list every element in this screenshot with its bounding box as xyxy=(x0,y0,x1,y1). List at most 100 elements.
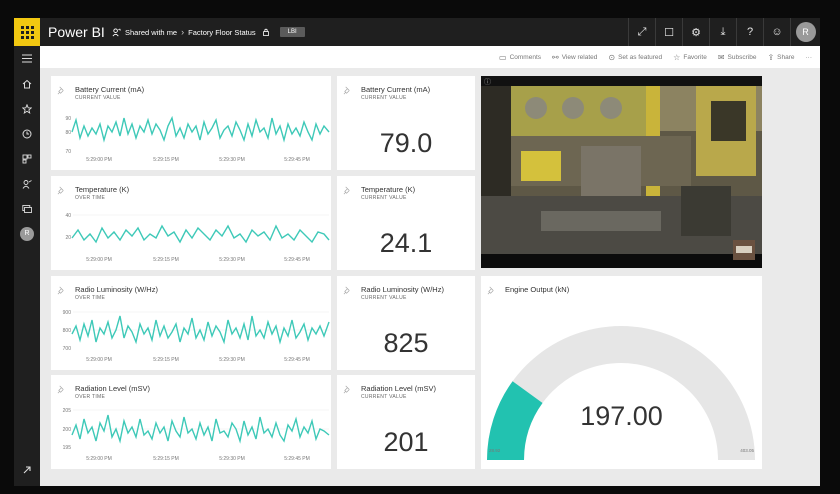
x-tick: 5:29:30 PM xyxy=(219,257,245,263)
comments-button[interactable]: ▭ Comments xyxy=(499,53,541,62)
favorite-button[interactable]: ☆ Favorite xyxy=(673,53,707,62)
star-icon xyxy=(22,103,32,114)
nav-recent[interactable] xyxy=(14,121,40,146)
app-window: Power BI Shared with me › Factory Floor … xyxy=(14,18,820,486)
nav-apps[interactable] xyxy=(14,146,40,171)
shared-with-me-icon xyxy=(22,179,32,189)
temperature-chart-tile[interactable]: Temperature (K) OVER TIME 40 20 5:29:00 … xyxy=(51,176,331,270)
download-icon: ⤓ xyxy=(720,25,726,38)
nav-menu-button[interactable] xyxy=(14,46,40,71)
pin-icon xyxy=(343,86,350,95)
nav-workspaces[interactable] xyxy=(14,196,40,221)
action-items: ▭ Comments ⚯ View related ⊙ Set as featured… xyxy=(499,46,812,68)
gauge-chart xyxy=(487,326,755,460)
series-line xyxy=(71,414,330,444)
tile-subtitle: CURRENT VALUE xyxy=(361,95,407,101)
luminosity-card-tile[interactable]: Radio Luminosity (W/Hz) CURRENT VALUE 82… xyxy=(337,276,475,370)
x-tick: 5:29:00 PM xyxy=(86,456,112,462)
factory-video-frame xyxy=(481,76,762,268)
more-icon: ··· xyxy=(805,53,813,61)
radiation-chart-tile[interactable]: Radiation Level (mSV) OVER TIME 205 200 … xyxy=(51,375,331,469)
tile-title: Radio Luminosity (W/Hz) xyxy=(361,285,444,294)
y-tick: 700 xyxy=(63,346,72,352)
nav-expand-button[interactable] xyxy=(14,457,40,482)
download-button[interactable]: ⤓ xyxy=(709,18,736,46)
expand-arrow-icon xyxy=(23,465,31,473)
share-button[interactable]: ⇪ Share xyxy=(767,53,794,62)
gauge-value: 197.00 xyxy=(580,401,663,431)
y-tick: 800 xyxy=(63,328,72,334)
feedback-button[interactable]: ☺ xyxy=(763,18,790,46)
favorite-label: Favorite xyxy=(683,53,707,61)
y-tick: 900 xyxy=(63,310,72,316)
line-chart: 40 20 5:29:00 PM 5:29:15 PM 5:29:30 PM 5… xyxy=(65,213,330,263)
y-tick: 20 xyxy=(65,235,71,241)
x-tick: 5:29:00 PM xyxy=(86,257,112,263)
engine-gauge-tile[interactable]: Engine Output (kN) 197.00 28.92 403.05 xyxy=(481,276,762,469)
x-tick: 5:29:15 PM xyxy=(153,157,179,163)
x-tick: 5:29:45 PM xyxy=(284,456,310,462)
comment-icon: ☐ xyxy=(664,26,674,39)
breadcrumb-shared-link[interactable]: Shared with me xyxy=(125,28,177,37)
tile-title: Radiation Level (mSV) xyxy=(361,384,437,393)
comments-label: Comments xyxy=(509,53,542,61)
action-bar: ▭ Comments ⚯ View related ⊙ Set as featured… xyxy=(40,46,820,68)
top-bar: Power BI Shared with me › Factory Floor … xyxy=(14,18,820,46)
fullscreen-button[interactable]: ⤢ xyxy=(628,18,655,46)
set-featured-button[interactable]: ⊙ Set as featured xyxy=(608,53,662,62)
view-related-label: View related xyxy=(561,53,598,61)
workspaces-icon xyxy=(22,204,32,213)
x-tick: 5:29:00 PM xyxy=(86,157,112,163)
tile-subtitle: CURRENT VALUE xyxy=(361,195,407,201)
lock-icon xyxy=(262,28,269,36)
view-related-button[interactable]: ⚯ View related xyxy=(552,53,597,62)
notifications-button[interactable]: ☐ xyxy=(655,18,682,46)
help-button[interactable]: ? xyxy=(736,18,763,46)
y-tick: 195 xyxy=(63,445,72,451)
subscribe-button[interactable]: ✉ Subscribe xyxy=(718,53,757,62)
chevron-right-icon: › xyxy=(181,27,185,37)
settings-icon: ⚙ xyxy=(691,26,701,39)
share-label: Share xyxy=(777,53,795,61)
series-line xyxy=(71,315,330,345)
app-title[interactable]: Power BI xyxy=(48,24,105,40)
pin-icon xyxy=(343,286,350,295)
x-tick: 5:29:30 PM xyxy=(219,357,245,363)
nav-favorites[interactable] xyxy=(14,96,40,121)
y-tick: 200 xyxy=(63,427,72,433)
battery-card-tile[interactable]: Battery Current (mA) CURRENT VALUE 79.0 xyxy=(337,76,475,170)
share-icon: ⇪ xyxy=(767,52,775,62)
gauge-max-label: 403.05 xyxy=(740,448,754,453)
card-value: 201 xyxy=(383,427,429,457)
more-options-button[interactable]: ··· xyxy=(806,54,813,61)
workspace-avatar: R xyxy=(20,226,34,241)
account-button[interactable]: R xyxy=(790,18,820,46)
nav-home[interactable] xyxy=(14,71,40,96)
nav-workspace-avatar[interactable]: R xyxy=(14,221,40,246)
luminosity-chart-tile[interactable]: Radio Luminosity (W/Hz) OVER TIME 900 80… xyxy=(51,276,331,370)
card-value: 825 xyxy=(383,328,429,358)
series-line xyxy=(71,224,330,244)
radiation-card-tile[interactable]: Radiation Level (mSV) CURRENT VALUE 201 xyxy=(337,375,475,469)
waffle-icon xyxy=(20,25,34,39)
card-value: 79.0 xyxy=(379,128,433,158)
info-icon[interactable]: ⓘ xyxy=(484,77,492,86)
battery-chart-tile[interactable]: Battery Current (mA) CURRENT VALUE 90 80… xyxy=(51,76,331,170)
tile-title: Temperature (K) xyxy=(361,185,416,194)
shared-icon xyxy=(112,27,121,36)
y-tick: 40 xyxy=(65,213,71,219)
pin-icon xyxy=(343,186,350,195)
top-actions: ⤢ ☐ ⚙ ⤓ ? ☺ R xyxy=(628,18,820,46)
tile-subtitle: CURRENT VALUE xyxy=(361,295,407,301)
sensitivity-badge[interactable]: LBI xyxy=(279,27,305,37)
nav-shared[interactable] xyxy=(14,171,40,196)
app-launcher-button[interactable] xyxy=(14,18,40,46)
left-nav: R xyxy=(14,46,40,486)
x-tick: 5:29:45 PM xyxy=(284,257,310,263)
x-tick: 5:29:15 PM xyxy=(153,257,179,263)
related-icon: ⚯ xyxy=(552,52,559,62)
temperature-card-tile[interactable]: Temperature (K) CURRENT VALUE 24.1 xyxy=(337,176,475,270)
video-tile[interactable]: ⓘ xyxy=(481,76,762,268)
breadcrumb-dashboard: Factory Floor Status xyxy=(188,27,256,37)
settings-button[interactable]: ⚙ xyxy=(682,18,709,46)
